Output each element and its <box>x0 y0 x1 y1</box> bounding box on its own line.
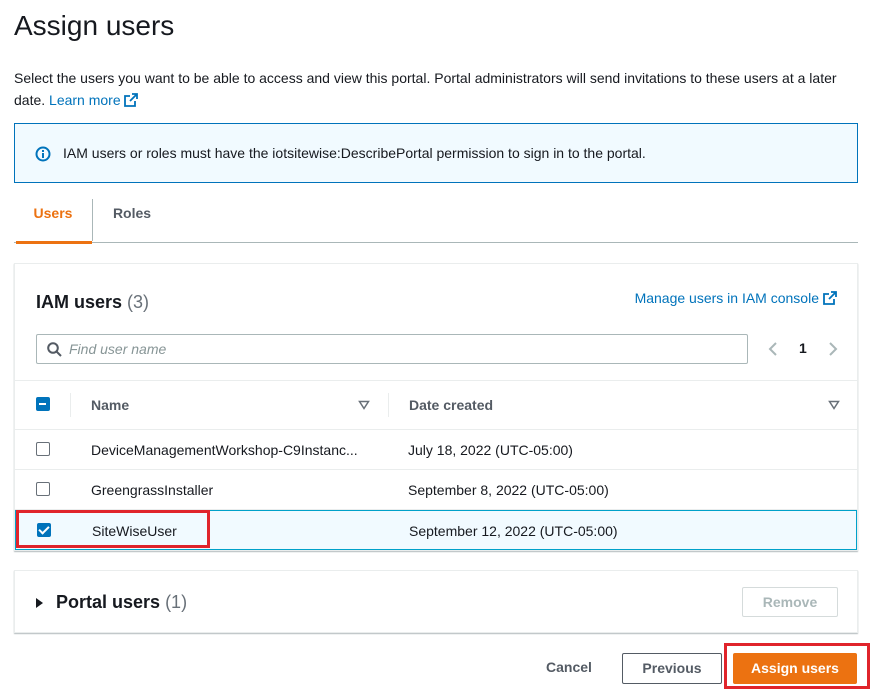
sort-icon[interactable] <box>358 400 370 410</box>
page-description: Select the users you want to be able to … <box>14 67 864 111</box>
external-link-icon <box>123 93 138 107</box>
sort-icon[interactable] <box>828 400 840 410</box>
remove-button[interactable]: Remove <box>742 587 838 617</box>
previous-button[interactable]: Previous <box>622 653 722 684</box>
pagination: 1 <box>767 338 847 360</box>
user-name: DeviceManagementWorkshop-C9Instanc... <box>91 442 358 458</box>
select-all-checkbox[interactable] <box>36 397 50 411</box>
portal-users-panel: Portal users (1) Remove <box>14 570 858 633</box>
page-title: Assign users <box>14 10 175 41</box>
table-row[interactable]: DeviceManagementWorkshop-C9Instanc... Ju… <box>15 430 857 470</box>
table-row[interactable]: GreengrassInstaller September 8, 2022 (U… <box>15 470 857 510</box>
column-header-date[interactable]: Date created <box>409 381 493 429</box>
alert-text: IAM users or roles must have the iotsite… <box>63 145 646 161</box>
column-header-name[interactable]: Name <box>91 381 129 429</box>
info-alert: IAM users or roles must have the iotsite… <box>14 123 858 183</box>
tab-divider <box>92 199 93 241</box>
page-number[interactable]: 1 <box>799 340 807 356</box>
search-icon <box>47 342 62 357</box>
row-checkbox[interactable] <box>36 442 50 456</box>
tab-users[interactable]: Users <box>14 197 92 244</box>
iam-users-title: IAM users (3) <box>36 292 150 312</box>
learn-more-link[interactable]: Learn more <box>49 92 138 108</box>
caret-right-icon[interactable] <box>35 597 45 609</box>
manage-users-link[interactable]: Manage users in IAM console <box>635 290 837 306</box>
chevron-right-icon[interactable] <box>827 341 839 357</box>
date-created: July 18, 2022 (UTC-05:00) <box>408 442 573 458</box>
date-created: September 8, 2022 (UTC-05:00) <box>408 482 609 498</box>
chevron-left-icon[interactable] <box>767 341 779 357</box>
select-all-cell[interactable] <box>36 397 50 413</box>
iam-users-panel: IAM users (3) Manage users in IAM consol… <box>14 263 858 551</box>
column-divider <box>388 393 389 417</box>
highlight-box <box>724 643 870 689</box>
table-header: Name Date created <box>15 380 857 430</box>
tab-roles[interactable]: Roles <box>104 197 160 243</box>
active-tab-indicator <box>16 241 92 244</box>
column-divider <box>70 393 71 417</box>
search-field[interactable] <box>36 334 748 364</box>
highlight-box <box>16 510 210 548</box>
cancel-button[interactable]: Cancel <box>530 653 608 684</box>
user-name: GreengrassInstaller <box>91 482 214 498</box>
row-checkbox[interactable] <box>36 482 50 496</box>
search-input[interactable] <box>69 335 739 363</box>
row-checkbox-cell[interactable] <box>36 482 50 496</box>
tab-bar: Users Roles <box>14 197 858 244</box>
info-icon <box>35 146 51 162</box>
portal-users-title[interactable]: Portal users (1) <box>56 592 187 613</box>
external-link-icon <box>823 291 837 305</box>
portal-users-count: (1) <box>165 592 188 612</box>
date-created: September 12, 2022 (UTC-05:00) <box>409 523 618 539</box>
iam-users-count: (3) <box>127 292 150 312</box>
row-checkbox-cell[interactable] <box>36 442 50 456</box>
